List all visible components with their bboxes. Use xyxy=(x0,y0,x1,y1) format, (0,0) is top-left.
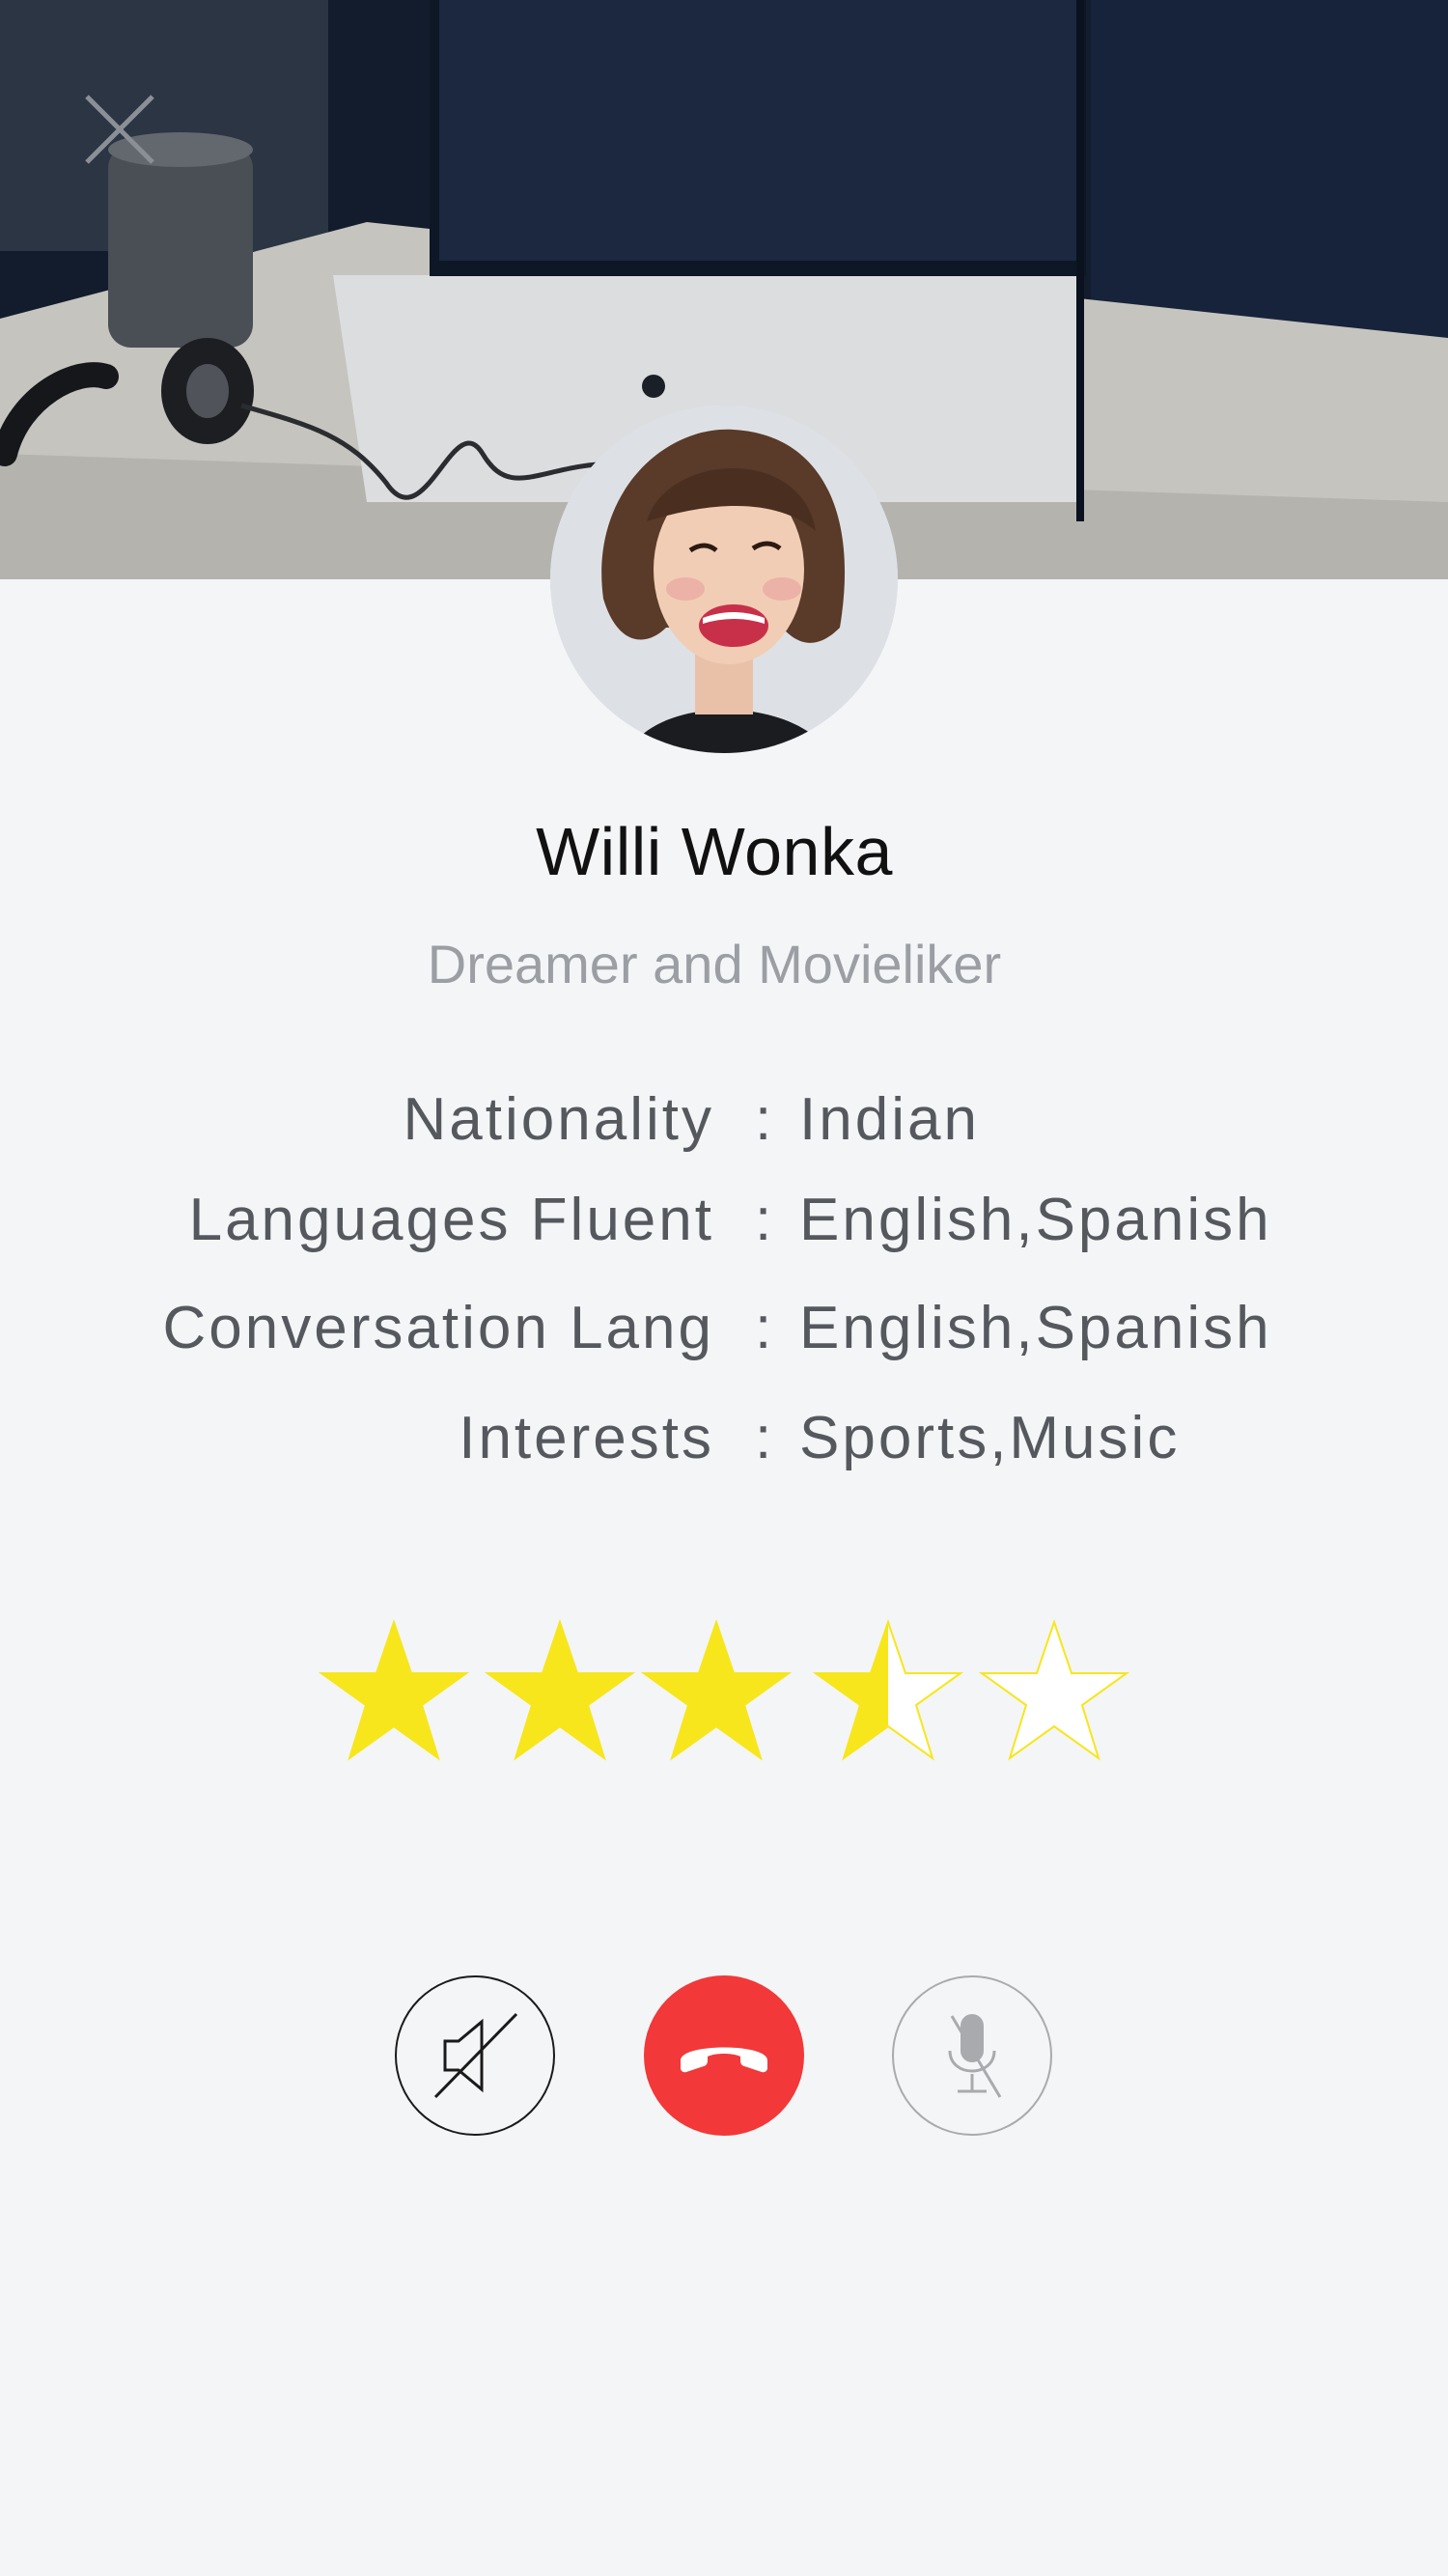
detail-row-conversation-lang: Conversation Lang : English,Spanish xyxy=(0,1294,1448,1371)
detail-row-languages-fluent: Languages Fluent : English,Spanish xyxy=(0,1186,1448,1263)
mic-muted-icon xyxy=(948,2014,1002,2098)
star-2[interactable] xyxy=(485,1618,635,1763)
detail-value: Indian xyxy=(799,1086,980,1153)
detail-colon: : xyxy=(755,1295,775,1361)
star-3[interactable] xyxy=(641,1618,792,1763)
detail-value: English,Spanish xyxy=(799,1295,1272,1361)
mute-speaker-button[interactable] xyxy=(395,1975,555,2136)
star-5[interactable] xyxy=(979,1618,1129,1763)
avatar xyxy=(550,406,898,753)
detail-row-nationality: Nationality : Indian xyxy=(0,1085,1448,1162)
star-4[interactable] xyxy=(813,1618,963,1763)
mute-mic-button[interactable] xyxy=(892,1975,1052,2136)
end-call-button[interactable] xyxy=(644,1975,804,2136)
close-icon xyxy=(85,95,154,164)
detail-row-interests: Interests : Sports,Music xyxy=(0,1404,1448,1481)
speaker-muted-icon xyxy=(433,2012,518,2099)
profile-tagline: Dreamer and Movieliker xyxy=(427,934,1002,994)
detail-value: English,Spanish xyxy=(799,1187,1272,1253)
detail-label: Interests xyxy=(459,1405,714,1471)
detail-label: Nationality xyxy=(403,1086,714,1153)
star-rating[interactable] xyxy=(319,1618,1129,1763)
detail-colon: : xyxy=(755,1086,775,1153)
detail-label: Conversation Lang xyxy=(162,1295,714,1361)
detail-label: Languages Fluent xyxy=(188,1187,714,1253)
detail-value: Sports,Music xyxy=(799,1405,1181,1471)
phone-hangup-icon xyxy=(681,2047,767,2073)
detail-colon: : xyxy=(755,1405,775,1471)
star-1[interactable] xyxy=(319,1618,469,1763)
profile-name: Willi Wonka xyxy=(536,814,893,889)
detail-colon: : xyxy=(755,1187,775,1253)
close-button[interactable] xyxy=(70,79,170,180)
